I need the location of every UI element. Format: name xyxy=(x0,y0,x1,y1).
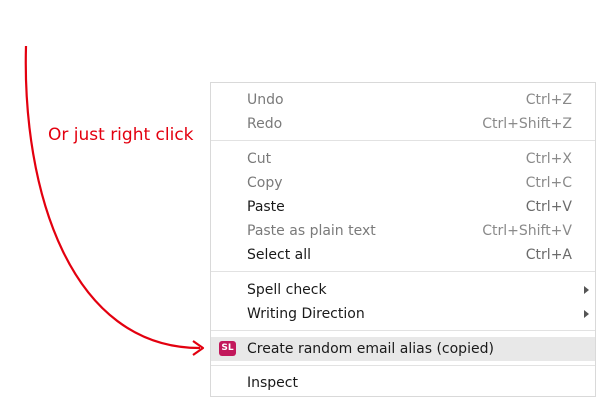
menu-item-label: Paste as plain text xyxy=(247,223,376,239)
menu-item-label: Redo xyxy=(247,116,283,132)
menu-separator xyxy=(211,271,595,272)
menu-item-shortcut: Ctrl+C xyxy=(525,175,572,191)
menu-item-select-all[interactable]: Select all Ctrl+A xyxy=(211,244,595,266)
curved-arrow-line xyxy=(24,45,201,350)
menu-item-label: Cut xyxy=(247,151,272,167)
context-menu: Undo Ctrl+Z Redo Ctrl+Shift+Z Cut Ctrl+X… xyxy=(210,82,596,397)
submenu-arrow-icon xyxy=(584,286,589,294)
menu-item-inspect[interactable]: Inspect xyxy=(211,372,595,394)
menu-item-shortcut: Ctrl+Z xyxy=(525,92,572,108)
submenu-arrow-icon xyxy=(584,310,589,318)
annotation-text: Or just right click xyxy=(48,125,194,145)
menu-separator xyxy=(211,365,595,366)
menu-item-label: Inspect xyxy=(247,375,298,391)
menu-item-spell-check[interactable]: Spell check xyxy=(211,279,595,301)
simplelogin-icon: SL xyxy=(219,341,236,356)
menu-item-copy[interactable]: Copy Ctrl+C xyxy=(211,172,595,194)
menu-item-writing-direction[interactable]: Writing Direction xyxy=(211,303,595,325)
menu-item-label: Select all xyxy=(247,247,311,263)
menu-item-undo[interactable]: Undo Ctrl+Z xyxy=(211,89,595,111)
menu-item-shortcut: Ctrl+Shift+Z xyxy=(482,116,572,132)
menu-item-label: Paste xyxy=(247,199,285,215)
menu-item-shortcut: Ctrl+A xyxy=(525,247,572,263)
menu-item-cut[interactable]: Cut Ctrl+X xyxy=(211,148,595,170)
menu-item-label: Spell check xyxy=(247,282,327,298)
menu-item-label: Writing Direction xyxy=(247,306,365,322)
menu-item-paste[interactable]: Paste Ctrl+V xyxy=(211,196,595,218)
menu-separator xyxy=(211,330,595,331)
menu-item-create-email-alias[interactable]: SL Create random email alias (copied) xyxy=(211,337,595,361)
menu-item-shortcut: Ctrl+V xyxy=(525,199,572,215)
menu-item-redo[interactable]: Redo Ctrl+Shift+Z xyxy=(211,113,595,135)
menu-item-shortcut: Ctrl+X xyxy=(525,151,572,167)
menu-item-paste-plain-text[interactable]: Paste as plain text Ctrl+Shift+V xyxy=(211,220,595,242)
menu-separator xyxy=(211,140,595,141)
menu-item-shortcut: Ctrl+Shift+V xyxy=(482,223,572,239)
menu-item-label: Undo xyxy=(247,92,284,108)
menu-item-label: Copy xyxy=(247,175,283,191)
menu-item-label: Create random email alias (copied) xyxy=(247,341,494,357)
